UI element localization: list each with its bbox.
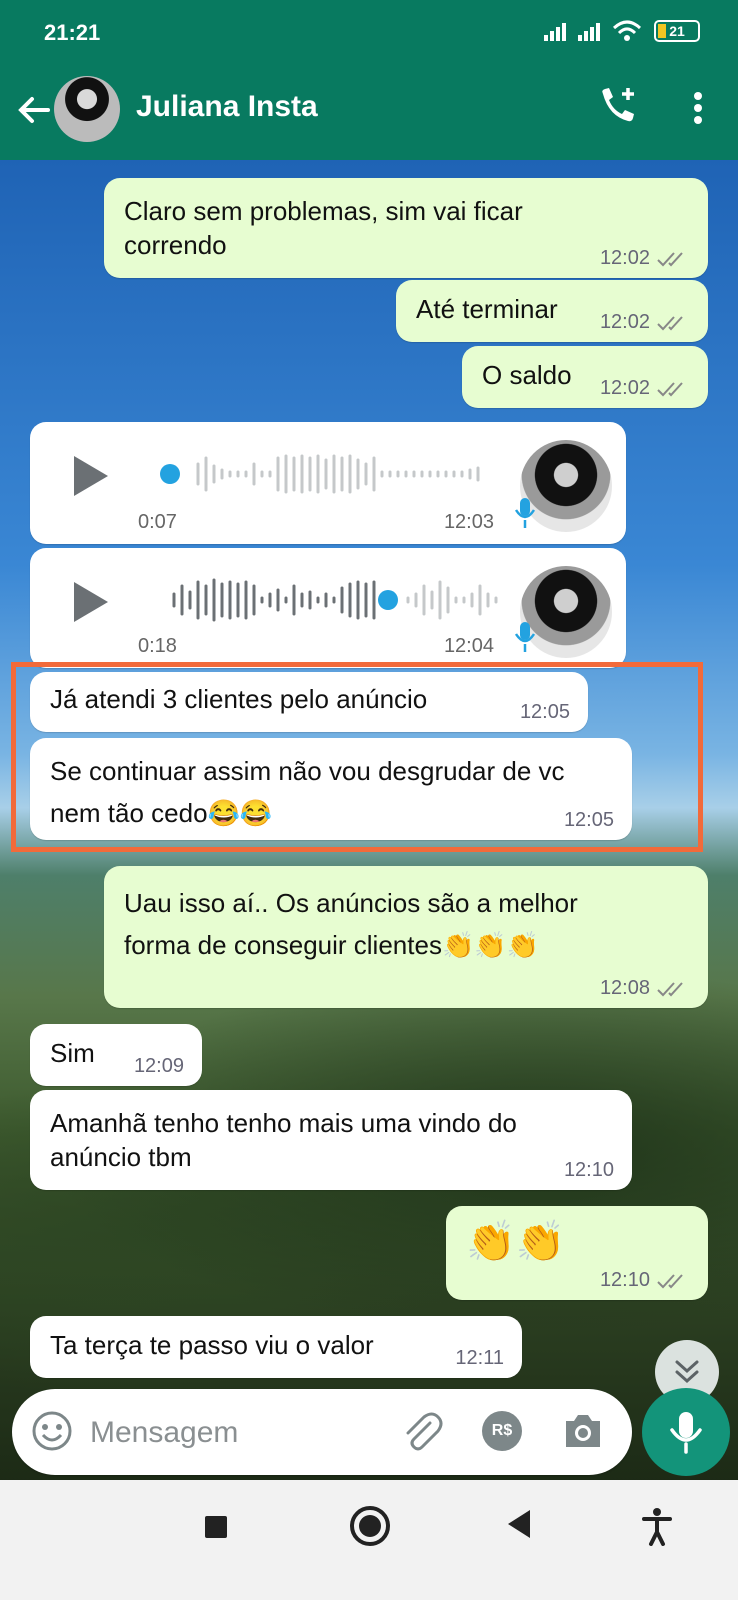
message-text: Claro sem problemas, sim vai ficar corre… (124, 196, 523, 260)
camera-icon[interactable] (562, 1411, 604, 1451)
voice-message[interactable]: 0:07 12:03 (30, 422, 626, 544)
recent-apps-button[interactable] (205, 1516, 227, 1538)
message-text: Amanhã tenho tenho mais uma vindo do anú… (50, 1108, 517, 1172)
add-call-icon[interactable] (595, 84, 641, 130)
message-outgoing[interactable]: Até terminar 12:02 (396, 280, 708, 342)
back-button[interactable] (508, 1510, 530, 1538)
status-icons: 21 (544, 20, 700, 42)
message-meta: 12:10 (564, 1159, 614, 1182)
signal-icon (544, 21, 566, 41)
message-time: 12:03 (443, 511, 494, 533)
wifi-icon (612, 20, 642, 41)
mic-icon (514, 622, 536, 652)
emoji-icon[interactable] (30, 1409, 74, 1453)
contact-name[interactable]: Juliana Insta (136, 90, 318, 124)
battery-level: 21 (669, 23, 685, 39)
message-outgoing[interactable]: Uau isso aí.. Os anúncios são a melhor f… (104, 866, 708, 1008)
microphone-icon (670, 1412, 702, 1454)
voice-duration: 0:07 (138, 511, 177, 533)
message-time: 12:08 (599, 977, 650, 999)
double-check-icon (657, 251, 683, 266)
chat-header: Juliana Insta (0, 70, 738, 160)
contact-avatar[interactable] (54, 76, 120, 142)
message-text: 👏👏 (466, 1220, 566, 1264)
message-time: 12:10 (599, 1269, 650, 1291)
double-check-icon (657, 981, 683, 996)
home-button[interactable] (350, 1506, 390, 1546)
waveform[interactable] (126, 578, 516, 622)
mic-icon (514, 498, 536, 528)
attach-icon[interactable] (400, 1409, 444, 1453)
double-check-icon (657, 1273, 683, 1288)
message-text: Ta terça te passo viu o valor (50, 1330, 374, 1360)
voice-record-button[interactable] (642, 1388, 730, 1476)
chat-area[interactable]: Claro sem problemas, sim vai ficar corre… (0, 160, 738, 1510)
message-time: 12:02 (599, 377, 650, 399)
message-incoming[interactable]: Amanhã tenho tenho mais uma vindo do anú… (30, 1090, 632, 1190)
play-icon[interactable] (70, 454, 110, 498)
message-meta: 12:11 (455, 1347, 504, 1370)
double-check-icon (657, 315, 683, 330)
message-outgoing[interactable]: O saldo 12:02 (462, 346, 708, 408)
accessibility-icon[interactable] (640, 1506, 674, 1546)
status-time: 21:21 (44, 20, 101, 45)
message-meta: 12:08 (600, 977, 690, 1000)
signal-icon-2 (578, 21, 600, 41)
voice-message[interactable]: 0:18 12:04 (30, 548, 626, 668)
double-check-icon (657, 381, 683, 396)
waveform[interactable] (126, 452, 516, 496)
payment-label: R$ (491, 1422, 513, 1439)
message-meta: 12:02 (600, 377, 690, 400)
message-time: 12:10 (563, 1159, 614, 1181)
message-time: 12:02 (599, 247, 650, 269)
message-time: 12:09 (133, 1055, 184, 1077)
message-outgoing[interactable]: Claro sem problemas, sim vai ficar corre… (104, 178, 708, 278)
message-input[interactable] (90, 1411, 380, 1455)
message-composer: R$ (12, 1389, 632, 1475)
message-incoming[interactable]: Ta terça te passo viu o valor 12:11 (30, 1316, 522, 1378)
message-time: 12:04 (443, 635, 494, 657)
play-icon[interactable] (70, 580, 110, 624)
highlight-box (11, 662, 703, 852)
message-meta: 12:02 (600, 247, 690, 270)
payment-icon[interactable]: R$ (482, 1411, 522, 1451)
status-bar: 21:21 21 (0, 0, 738, 70)
system-nav-bar (0, 1480, 738, 1600)
message-time: 12:02 (599, 311, 650, 333)
message-meta: 12:10 (600, 1269, 690, 1292)
back-arrow-icon[interactable] (14, 90, 54, 130)
message-outgoing[interactable]: 👏👏 12:10 (446, 1206, 708, 1300)
message-time: 12:11 (455, 1347, 504, 1369)
message-meta: 12:02 (600, 311, 690, 334)
message-incoming[interactable]: Sim 12:09 (30, 1024, 202, 1086)
battery-icon: 21 (654, 20, 700, 42)
message-text: Uau isso aí.. Os anúncios são a melhor f… (124, 888, 578, 960)
more-options-icon[interactable] (683, 88, 713, 128)
voice-duration: 0:18 (138, 635, 177, 657)
message-meta: 12:09 (134, 1055, 184, 1078)
